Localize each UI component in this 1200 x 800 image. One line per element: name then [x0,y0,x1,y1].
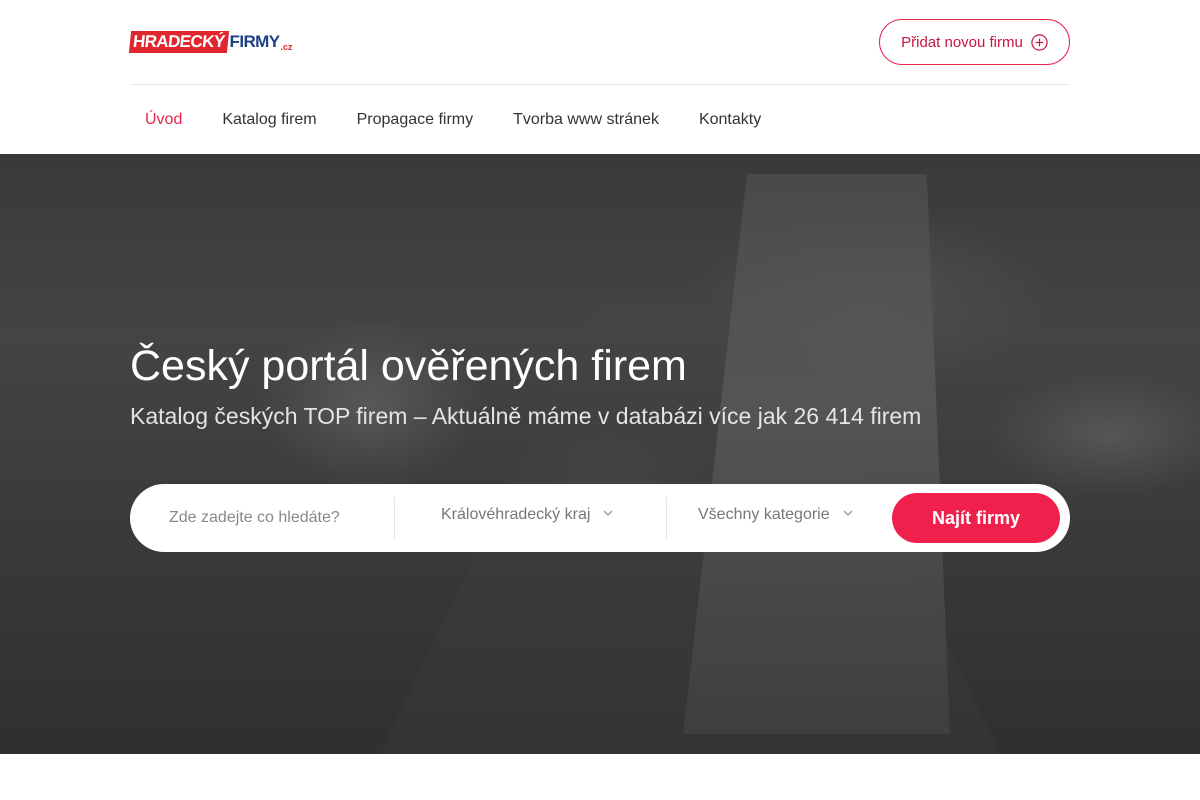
category-select-value: Všechny kategorie [698,506,830,523]
add-company-button[interactable]: Přidat novou firmu [879,19,1070,65]
hero-overlay [0,154,1200,754]
hero-section: Český portál ověřených firem Katalog čes… [0,154,1200,754]
hero-subtitle: Katalog českých TOP firem – Aktuálně mám… [130,403,922,429]
search-separator [394,497,395,539]
nav-item-tvorba-www[interactable]: Tvorba www stránek [498,111,674,129]
category-select[interactable]: Všechny kategorie [698,506,854,524]
find-companies-button[interactable]: Najít firmy [892,493,1060,543]
region-select[interactable]: Královéhradecký kraj [441,506,614,524]
nav-item-katalog-firem[interactable]: Katalog firem [207,111,331,129]
search-input[interactable] [150,494,390,542]
logo-text-firmy: FIRMY [229,32,280,51]
logo-text-cz: .cz [280,42,293,52]
hero-title: Český portál ověřených firem [130,342,687,390]
search-separator [666,497,667,539]
site-header: HRADECKÝ FIRMY .cz Přidat novou firmu Úv… [0,0,1200,154]
nav-item-uvod[interactable]: Úvod [130,111,197,129]
nav-item-propagace-firmy[interactable]: Propagace firmy [342,111,489,129]
site-logo[interactable]: HRADECKÝ FIRMY .cz [128,27,293,53]
chevron-down-icon [842,506,854,524]
nav-item-kontakty[interactable]: Kontakty [684,111,776,129]
region-select-value: Královéhradecký kraj [441,506,591,523]
main-nav: Úvod Katalog firem Propagace firmy Tvorb… [130,85,786,154]
add-company-label: Přidat novou firmu [901,33,1023,51]
chevron-down-icon [602,506,614,524]
plus-circle-icon [1031,33,1048,51]
search-bar: Královéhradecký kraj Všechny kategorie N… [130,484,1070,552]
logo-text-hradecky: HRADECKÝ [128,31,229,53]
